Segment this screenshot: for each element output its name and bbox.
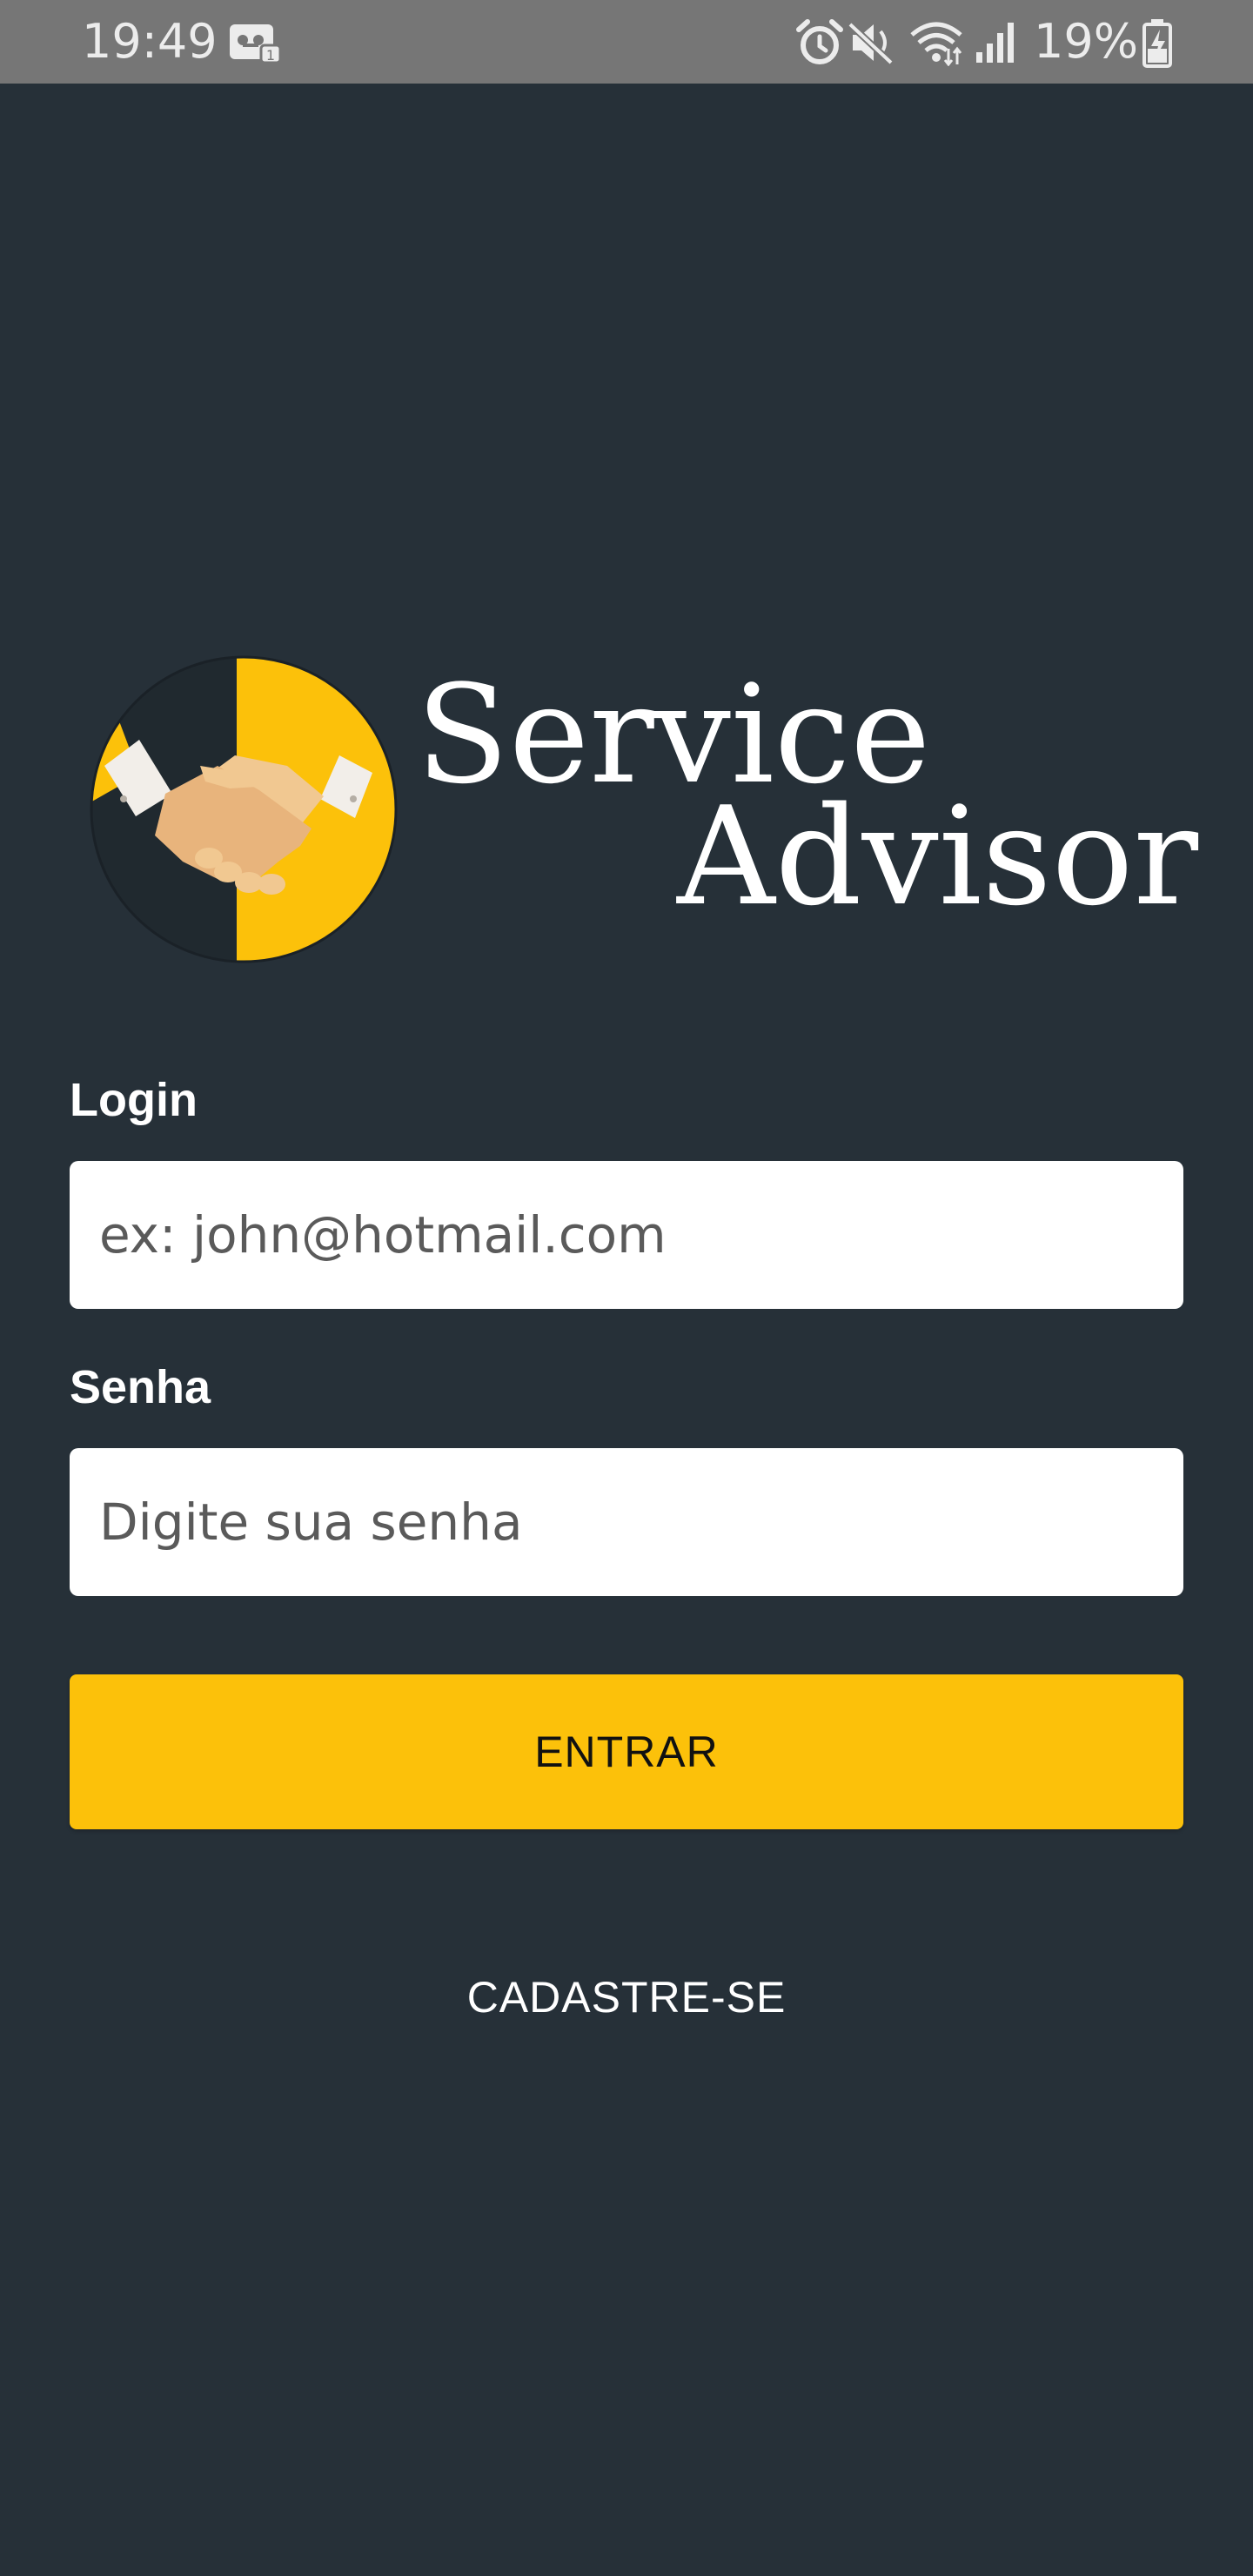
login-label: Login bbox=[70, 1074, 198, 1126]
password-label: Senha bbox=[70, 1361, 211, 1413]
status-time: 19:49 bbox=[82, 14, 218, 69]
svg-text:1: 1 bbox=[266, 47, 275, 64]
password-input[interactable] bbox=[70, 1448, 1183, 1596]
voicemail-icon: 1 bbox=[230, 24, 282, 64]
battery-percent: 19% bbox=[1034, 14, 1139, 69]
register-button[interactable]: CADASTRE-SE bbox=[409, 1949, 844, 2045]
login-button[interactable]: ENTRAR bbox=[70, 1674, 1183, 1829]
status-bar: 19:49 1 19% bbox=[0, 0, 1253, 84]
mute-icon bbox=[848, 22, 894, 65]
signal-icon bbox=[976, 23, 1014, 63]
alarm-icon bbox=[796, 19, 843, 64]
login-input[interactable] bbox=[70, 1161, 1183, 1309]
brand-name-line-2: Advisor bbox=[677, 777, 1199, 936]
handshake-icon bbox=[90, 655, 398, 963]
wifi-icon bbox=[910, 22, 962, 66]
battery-charging-icon bbox=[1142, 19, 1172, 68]
